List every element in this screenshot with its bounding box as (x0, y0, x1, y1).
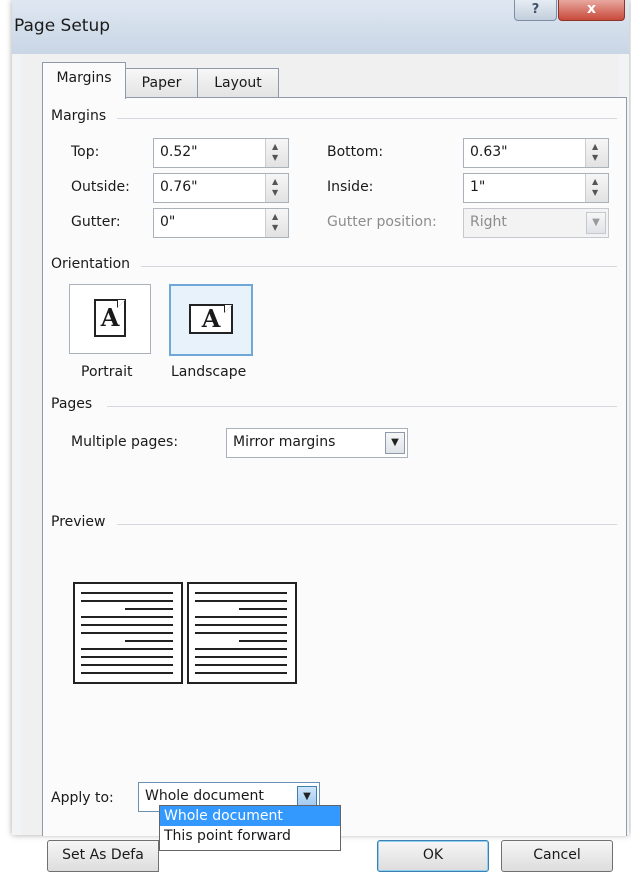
option-this-point-forward[interactable]: This point forward (160, 826, 340, 846)
preview-group-divider (117, 524, 617, 525)
inside-margin-value[interactable]: 1" (470, 179, 485, 195)
landscape-button[interactable]: A (169, 284, 253, 356)
gutter-label: Gutter: (71, 214, 121, 230)
help-button[interactable]: ? (514, 0, 557, 21)
spin-up-icon[interactable]: ▲ (272, 143, 278, 151)
spin-up-icon[interactable]: ▲ (592, 178, 598, 186)
preview-left-page (73, 582, 183, 684)
gutter-position-dropdown: Right ▼ (463, 208, 609, 238)
spin-down-icon[interactable]: ▼ (592, 189, 598, 197)
spin-down-icon[interactable]: ▼ (592, 154, 598, 162)
gutter-position-value: Right (470, 214, 507, 230)
preview-line (195, 664, 287, 666)
outside-margin-spin-buttons[interactable]: ▲ ▼ (265, 174, 288, 202)
portrait-page-icon: A (94, 299, 126, 337)
preview-group-label: Preview (51, 514, 106, 530)
apply-to-label: Apply to: (51, 790, 114, 806)
preview-line (81, 672, 173, 674)
bottom-margin-spin-buttons[interactable]: ▲ ▼ (585, 139, 608, 167)
preview-line (81, 664, 173, 666)
outside-margin-spinner[interactable]: 0.76" ▲ ▼ (153, 173, 289, 203)
multiple-pages-value[interactable]: Mirror margins (233, 434, 335, 450)
preview-line (239, 608, 287, 610)
close-button[interactable]: x (558, 0, 625, 21)
preview-line (81, 632, 173, 634)
preview-line (195, 672, 287, 674)
multiple-pages-dropdown[interactable]: Mirror margins ▼ (226, 428, 408, 458)
dialog-body: Margins Paper Layout Margins Top: 0.52" … (22, 54, 627, 872)
spin-up-icon[interactable]: ▲ (272, 213, 278, 221)
chevron-down-icon[interactable]: ▼ (385, 432, 405, 454)
preview-line (195, 616, 287, 618)
tab-layout[interactable]: Layout (197, 68, 279, 97)
preview-line (81, 648, 173, 650)
set-as-default-button[interactable]: Set As Defa (47, 840, 159, 872)
ok-button[interactable]: OK (377, 840, 489, 872)
inside-margin-spinner[interactable]: 1" ▲ ▼ (463, 173, 609, 203)
bottom-margin-spinner[interactable]: 0.63" ▲ ▼ (463, 138, 609, 168)
preview-right-page (187, 582, 297, 684)
orientation-group-divider (141, 266, 617, 267)
portrait-button[interactable]: A (69, 284, 151, 354)
tab-margins[interactable]: Margins (42, 62, 126, 99)
outside-label: Outside: (71, 179, 130, 195)
outside-margin-value[interactable]: 0.76" (160, 179, 198, 195)
preview-line (81, 656, 173, 658)
window-title: Page Setup (14, 16, 111, 36)
gutter-position-label: Gutter position: (327, 214, 437, 230)
top-margin-value[interactable]: 0.52" (160, 144, 198, 160)
margins-group-label: Margins (51, 108, 107, 124)
preview-line (195, 600, 287, 602)
spin-down-icon[interactable]: ▼ (272, 154, 278, 162)
apply-to-options-list[interactable]: Whole document This point forward (159, 805, 341, 851)
spin-up-icon[interactable]: ▲ (272, 178, 278, 186)
multiple-pages-label: Multiple pages: (71, 434, 179, 450)
bottom-label: Bottom: (327, 144, 384, 160)
preview-line (125, 608, 173, 610)
option-whole-document[interactable]: Whole document (160, 806, 340, 826)
apply-to-value[interactable]: Whole document (145, 788, 264, 804)
spin-up-icon[interactable]: ▲ (592, 143, 598, 151)
preview-line (195, 632, 287, 634)
portrait-letter: A (100, 303, 120, 332)
preview-line (81, 616, 173, 618)
inside-margin-spin-buttons[interactable]: ▲ ▼ (585, 174, 608, 202)
preview-line (195, 648, 287, 650)
top-margin-spin-buttons[interactable]: ▲ ▼ (265, 139, 288, 167)
orientation-group-label: Orientation (51, 256, 131, 272)
cancel-button[interactable]: Cancel (501, 840, 613, 872)
chevron-down-icon: ▼ (586, 212, 606, 234)
portrait-label[interactable]: Portrait (81, 364, 132, 380)
top-margin-spinner[interactable]: 0.52" ▲ ▼ (153, 138, 289, 168)
title-bar[interactable]: Page Setup ? x (12, 0, 629, 54)
preview-line (195, 656, 287, 658)
page-setup-dialog: Page Setup ? x Margins Paper Layout Marg… (12, 0, 629, 872)
landscape-letter: A (201, 304, 221, 333)
preview-line (239, 640, 287, 642)
top-label-text: Top: (71, 144, 100, 160)
preview-line (81, 592, 173, 594)
preview-line (195, 592, 287, 594)
preview-line (81, 624, 173, 626)
margins-group-divider (117, 118, 617, 119)
inside-label: Inside: (327, 179, 374, 195)
gutter-spinner[interactable]: 0" ▲ ▼ (153, 208, 289, 238)
spin-down-icon[interactable]: ▼ (272, 224, 278, 232)
landscape-page-icon: A (189, 304, 233, 334)
preview-line (195, 624, 287, 626)
gutter-value[interactable]: 0" (160, 214, 175, 230)
landscape-label[interactable]: Landscape (171, 364, 246, 380)
top-label: Top: (71, 144, 99, 160)
tab-paper[interactable]: Paper (125, 68, 198, 97)
margins-tab-panel: Margins Top: 0.52" ▲ ▼ Bottom: 0.63" ▲ ▼ O… (42, 97, 627, 872)
spin-down-icon[interactable]: ▼ (272, 189, 278, 197)
pages-group-label: Pages (51, 396, 93, 412)
gutter-spin-buttons[interactable]: ▲ ▼ (265, 209, 288, 237)
preview-line (81, 600, 173, 602)
preview-line (125, 640, 173, 642)
bottom-margin-value[interactable]: 0.63" (470, 144, 508, 160)
pages-group-divider (107, 406, 617, 407)
